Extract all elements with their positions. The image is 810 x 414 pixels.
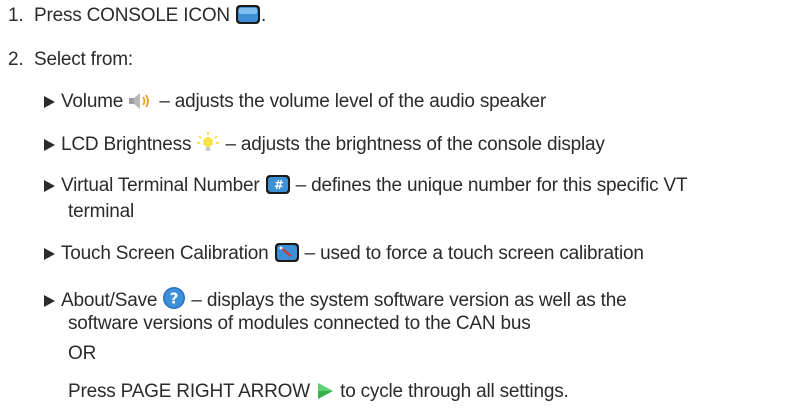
bullet-triangle-icon [44,248,55,260]
step-text: Press CONSOLE ICON [34,5,230,26]
right-arrow-icon [315,381,335,408]
bullet-triangle-icon [44,295,55,307]
step-1: 1. Press CONSOLE ICON . [8,4,266,32]
or-separator: OR [68,343,97,364]
final-instruction: Press PAGE RIGHT ARROW to cycle through … [68,380,569,408]
option-touch-screen-calibration: Touch Screen Calibration – used to force… [44,242,644,270]
option-label: About/Save [61,290,158,311]
final-text-after: to cycle through all settings. [335,381,569,402]
option-desc: – used to force a touch screen calibrati… [299,243,644,264]
option-label: Virtual Terminal Number [61,175,260,196]
option-desc: – adjusts the volume level of the audio … [154,91,547,112]
option-label: LCD Brightness [61,134,192,155]
step-number: 1. [8,5,24,26]
option-label: Touch Screen Calibration [61,243,269,264]
hash-icon: # [265,174,291,202]
option-desc-continued: software versions of modules connected t… [68,313,531,334]
option-desc-continued: terminal [68,201,134,222]
option-label: Volume [61,91,124,112]
step-2: 2. Select from: [8,48,133,72]
calibration-icon [274,242,300,270]
option-desc: – defines the unique number for this spe… [290,175,688,196]
option-lcd-brightness: LCD Brightness – adjusts the brightness … [44,132,605,161]
final-text-before: Press PAGE RIGHT ARROW [68,381,310,402]
option-desc: – displays the system software version a… [186,290,627,311]
step-text: Select from: [34,49,133,70]
step-number: 2. [8,49,24,70]
option-volume: Volume – adjusts the volume level of the… [44,90,546,118]
bullet-triangle-icon [44,139,55,151]
instruction-page: 1. Press CONSOLE ICON . 2. Select from: Vo… [0,0,810,414]
bullet-triangle-icon [44,96,55,108]
speaker-icon [128,91,154,118]
option-desc: – adjusts the brightness of the console … [220,134,605,155]
svg-text:?: ? [170,290,179,308]
bullet-triangle-icon [44,180,55,192]
lightbulb-icon [196,132,220,161]
option-virtual-terminal-number: Virtual Terminal Number # – defines the … [44,174,688,202]
console-icon [235,4,261,32]
step-suffix: . [261,5,267,26]
